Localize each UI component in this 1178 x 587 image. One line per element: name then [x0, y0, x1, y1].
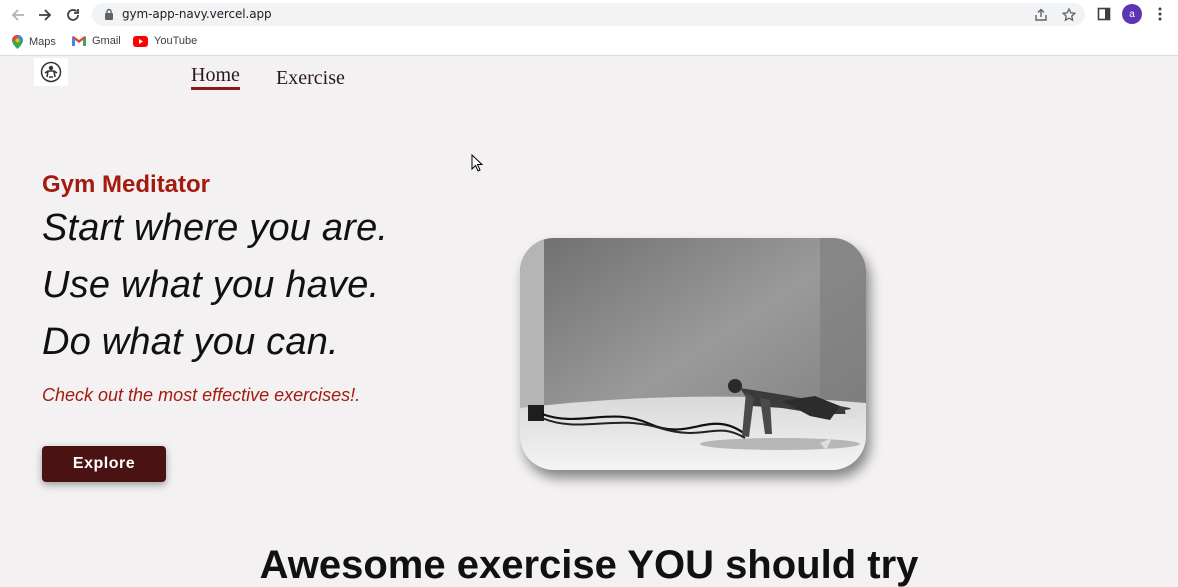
- bookmark-gmail[interactable]: Gmail: [72, 35, 121, 47]
- bookmarks-bar: Maps Gmail YouTube: [0, 29, 1178, 56]
- address-bar[interactable]: gym-app-navy.vercel.app: [92, 3, 1085, 26]
- forward-icon[interactable]: [35, 5, 55, 25]
- brand-title: Gym Meditator: [42, 171, 211, 198]
- reload-icon[interactable]: [63, 5, 83, 25]
- lock-icon: [105, 8, 113, 20]
- youtube-icon: [133, 35, 148, 47]
- hero-subtitle: Check out the most effective exercises!.: [42, 385, 361, 405]
- headline-line-2: Use what you have.: [42, 264, 380, 306]
- nav-home-link[interactable]: Home: [191, 64, 240, 90]
- bookmark-label: YouTube: [154, 35, 198, 47]
- hero-image: [520, 238, 866, 470]
- share-icon[interactable]: [1033, 7, 1049, 23]
- nav-exercise-link[interactable]: Exercise: [276, 67, 345, 89]
- page-content: Home Exercise Gym Meditator Start where …: [0, 57, 1178, 587]
- explore-button[interactable]: Explore: [42, 446, 166, 482]
- url-text: gym-app-navy.vercel.app: [122, 7, 272, 21]
- bookmark-youtube[interactable]: YouTube: [133, 35, 197, 47]
- mouse-cursor-icon: [471, 153, 484, 177]
- kebab-menu-icon[interactable]: [1150, 4, 1170, 24]
- browser-toolbar: gym-app-navy.vercel.app a: [0, 0, 1178, 29]
- headline-line-3: Do what you can.: [42, 321, 339, 363]
- gmail-icon: [72, 36, 86, 46]
- gym-logo-icon: [40, 61, 62, 83]
- section-title: Awesome exercise YOU should try: [259, 543, 919, 587]
- bookmark-label: Maps: [29, 36, 56, 48]
- bookmark-star-icon[interactable]: [1061, 7, 1077, 23]
- bookmark-maps[interactable]: Maps: [12, 35, 56, 49]
- back-icon[interactable]: [8, 5, 28, 25]
- maps-pin-icon: [12, 35, 23, 49]
- headline-line-1: Start where you are.: [42, 207, 389, 249]
- side-panel-icon[interactable]: [1094, 4, 1114, 24]
- site-logo[interactable]: [34, 58, 68, 86]
- bookmark-label: Gmail: [92, 35, 121, 47]
- profile-avatar[interactable]: a: [1122, 4, 1142, 24]
